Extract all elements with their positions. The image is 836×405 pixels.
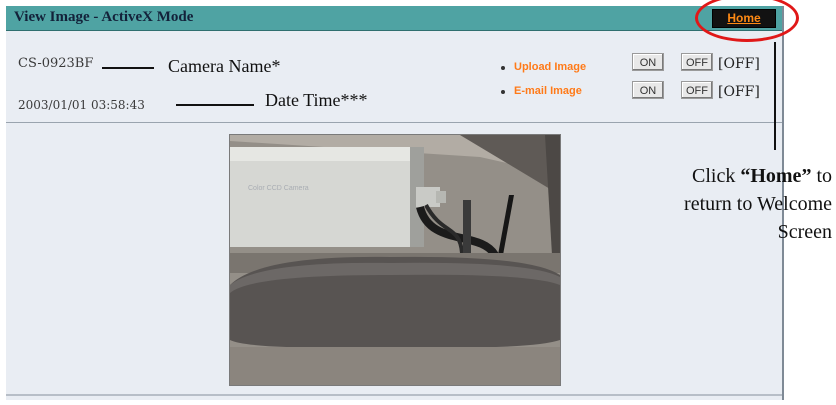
title-bar: View Image - ActiveX Mode Home xyxy=(6,6,782,31)
callout-to: to xyxy=(811,165,832,187)
upload-state: [OFF] xyxy=(718,56,760,72)
email-image-link[interactable]: E-mail Image xyxy=(514,85,582,97)
callout-click: Click xyxy=(692,165,741,187)
email-state: [OFF] xyxy=(718,84,760,100)
home-callout-text: Click “Home” to return to Welcome Screen xyxy=(598,162,832,246)
date-time-value: 2003/01/01 03:58:43 xyxy=(18,98,145,112)
camera-scene-image: Color CCD Camera xyxy=(230,135,560,385)
home-callout-line xyxy=(774,42,776,150)
upload-on-button[interactable]: ON xyxy=(632,53,664,71)
upload-image-link[interactable]: Upload Image xyxy=(514,61,586,73)
home-button[interactable]: Home xyxy=(712,9,776,28)
camera-live-view[interactable]: Color CCD Camera xyxy=(229,134,561,386)
email-bullet xyxy=(501,90,505,94)
camera-body-label: Color CCD Camera xyxy=(248,185,309,192)
callout-line-2: return to Welcome xyxy=(684,193,832,215)
callout-line-3: Screen xyxy=(777,221,832,243)
email-off-button[interactable]: OFF xyxy=(681,81,713,99)
date-time-leader-line xyxy=(176,104,254,106)
camera-name-value: CS-0923BF xyxy=(18,56,94,71)
bottom-divider xyxy=(6,394,782,396)
camera-name-leader-line xyxy=(102,67,154,69)
upload-bullet xyxy=(501,66,505,70)
header-divider xyxy=(6,122,782,123)
callout-home-word: “Home” xyxy=(740,165,812,187)
upload-off-button[interactable]: OFF xyxy=(681,53,713,71)
email-on-button[interactable]: ON xyxy=(632,81,664,99)
camera-name-annotation: Camera Name* xyxy=(168,56,281,76)
date-time-annotation: Date Time*** xyxy=(265,90,368,110)
page-title: View Image - ActiveX Mode xyxy=(14,9,194,25)
